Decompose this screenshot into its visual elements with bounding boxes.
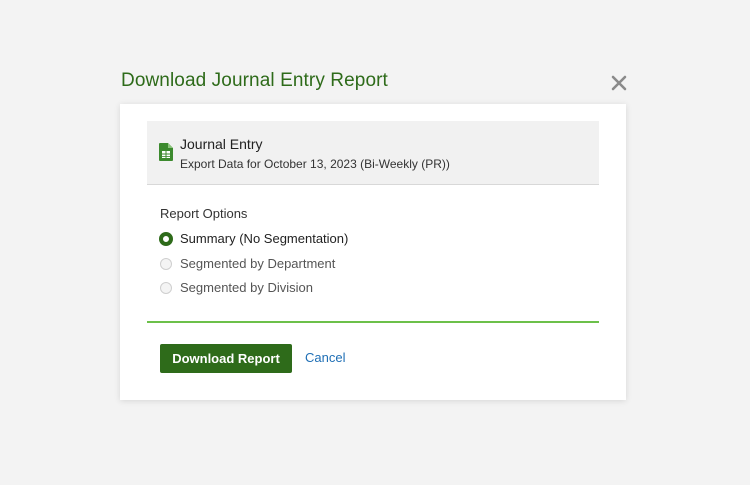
radio-label: Summary (No Segmentation) (180, 231, 349, 246)
radio-selected-icon[interactable] (159, 231, 173, 246)
file-subtitle: Export Data for October 13, 2023 (Bi-Wee… (180, 157, 450, 171)
radio-option-department[interactable]: Segmented by Department (160, 256, 335, 271)
radio-option-division[interactable]: Segmented by Division (160, 280, 313, 295)
download-report-button[interactable]: Download Report (160, 344, 292, 373)
cancel-link[interactable]: Cancel (305, 350, 345, 365)
radio-label: Segmented by Department (180, 256, 336, 271)
radio-unselected-icon[interactable] (160, 257, 172, 270)
radio-label: Segmented by Division (180, 280, 313, 295)
radio-option-summary[interactable]: Summary (No Segmentation) (159, 231, 349, 246)
file-summary: Journal Entry Export Data for October 13… (147, 121, 599, 185)
close-button[interactable] (608, 72, 630, 94)
dialog-card: Journal Entry Export Data for October 13… (120, 104, 626, 400)
divider (147, 321, 599, 323)
spreadsheet-file-icon (159, 143, 173, 161)
close-icon (611, 75, 627, 91)
file-title: Journal Entry (180, 136, 263, 152)
radio-unselected-icon[interactable] (160, 281, 172, 294)
report-options-label: Report Options (160, 206, 248, 221)
dialog-title: Download Journal Entry Report (121, 70, 388, 91)
